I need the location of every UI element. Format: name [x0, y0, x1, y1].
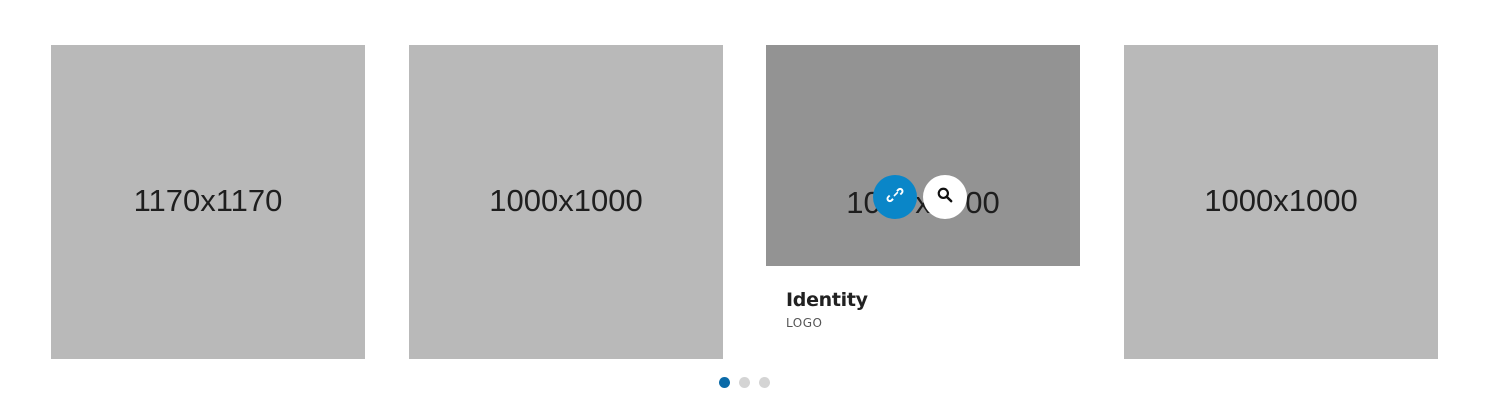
placeholder-size-label: 1000x1000	[489, 183, 643, 218]
hover-actions	[873, 175, 973, 219]
open-link-button[interactable]	[873, 175, 917, 219]
placeholder-size-label: 1170x1170	[133, 183, 283, 218]
portfolio-category[interactable]: LOGO	[786, 316, 868, 330]
portfolio-thumbnail[interactable]: 1170x1170	[51, 45, 365, 359]
placeholder-size-label: 1000x1000	[1204, 183, 1358, 218]
portfolio-item[interactable]: 1000x1000	[1124, 45, 1438, 359]
portfolio-carousel: 1170x1170 1000x1000 1000x1000	[0, 0, 1485, 417]
portfolio-thumbnail[interactable]: 1000x1000	[1124, 45, 1438, 359]
pagination-dot-3[interactable]	[759, 377, 770, 388]
portfolio-item[interactable]: 1000x1000	[409, 45, 723, 359]
portfolio-caption: Identity LOGO	[786, 288, 868, 330]
portfolio-title[interactable]: Identity	[786, 288, 868, 312]
portfolio-thumbnail[interactable]: 1000x1000	[766, 45, 1080, 266]
zoom-button[interactable]	[923, 175, 967, 219]
magnifier-icon	[935, 185, 955, 210]
carousel-pagination	[719, 377, 770, 389]
link-icon	[885, 185, 905, 210]
pagination-dot-2[interactable]	[739, 377, 750, 388]
portfolio-item-hovered[interactable]: 1000x1000	[766, 45, 1080, 359]
portfolio-thumbnail[interactable]: 1000x1000	[409, 45, 723, 359]
pagination-dot-1[interactable]	[719, 377, 730, 388]
portfolio-item[interactable]: 1170x1170	[51, 45, 365, 359]
